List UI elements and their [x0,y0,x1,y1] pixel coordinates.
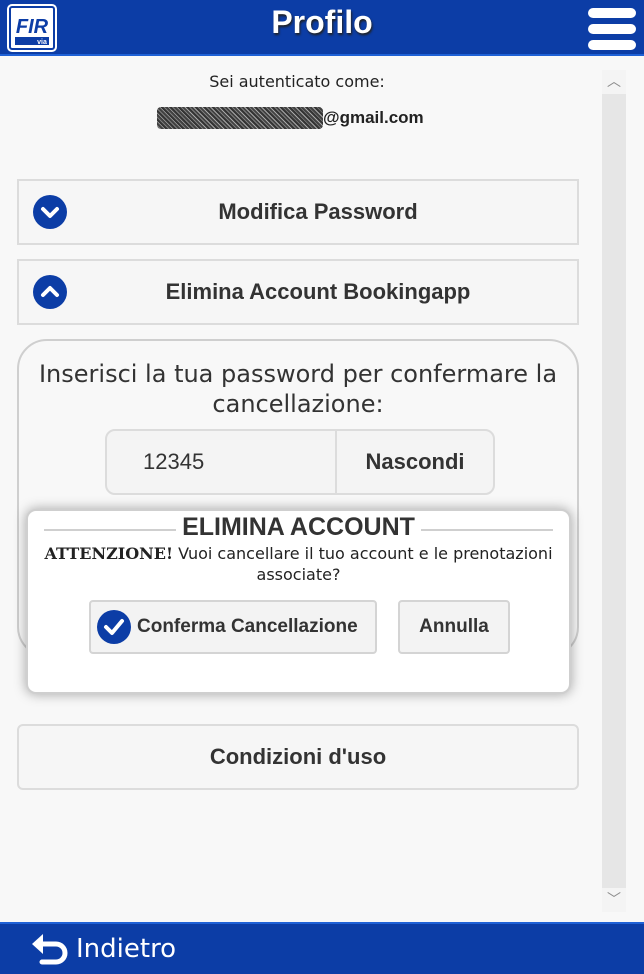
change-password-label: Modifica Password [218,199,418,224]
scroll-down-arrow-icon[interactable]: ﹀ [602,888,626,912]
dialog-title: ELIMINA ACCOUNT [176,513,421,541]
cancel-button[interactable]: Annulla [398,600,510,654]
delete-account-label: Elimina Account Bookingapp [165,279,471,304]
back-label: Indietro [76,934,177,964]
delete-account-dialog: ELIMINA ACCOUNT ATTENZIONE! Vuoi cancell… [26,509,571,694]
password-input[interactable]: 12345 [107,431,337,493]
email-domain: @gmail.com [323,108,424,127]
scroll-up-arrow-icon[interactable]: ︿ [602,70,626,94]
user-email: @gmail.com [157,104,424,132]
confirm-deletion-label: Conferma Cancellazione [137,616,358,637]
dialog-message-text: Vuoi cancellare il tuo account e le pren… [178,544,553,584]
password-prompt: Inserisci la tua password per confermare… [38,360,558,418]
confirm-deletion-button[interactable]: Conferma Cancellazione [89,600,377,654]
change-password-section[interactable]: Modifica Password [17,179,579,245]
delete-account-section[interactable]: Elimina Account Bookingapp [17,259,579,325]
auth-label: Sei autenticato come: [209,72,385,91]
dialog-warning-label: ATTENZIONE! [44,544,174,563]
page-title: Profilo [271,4,373,40]
checkmark-icon [97,610,131,644]
terms-of-use-button[interactable]: Condizioni d'uso [17,724,579,790]
back-button[interactable]: Indietro [30,928,176,970]
password-field-group: 12345 Nascondi [105,429,495,495]
back-arrow-icon [32,934,68,965]
hide-password-button[interactable]: Nascondi [337,431,493,493]
terms-of-use-label: Condizioni d'uso [209,744,387,769]
app-header: FIR via Profilo [0,0,644,56]
hamburger-menu-icon[interactable] [588,8,636,50]
app-footer: Indietro [0,922,644,974]
dialog-message: ATTENZIONE! Vuoi cancellare il tuo accou… [42,543,555,585]
vertical-scrollbar[interactable]: ︿ ﹀ [602,70,626,912]
redacted-email-username [157,107,323,129]
